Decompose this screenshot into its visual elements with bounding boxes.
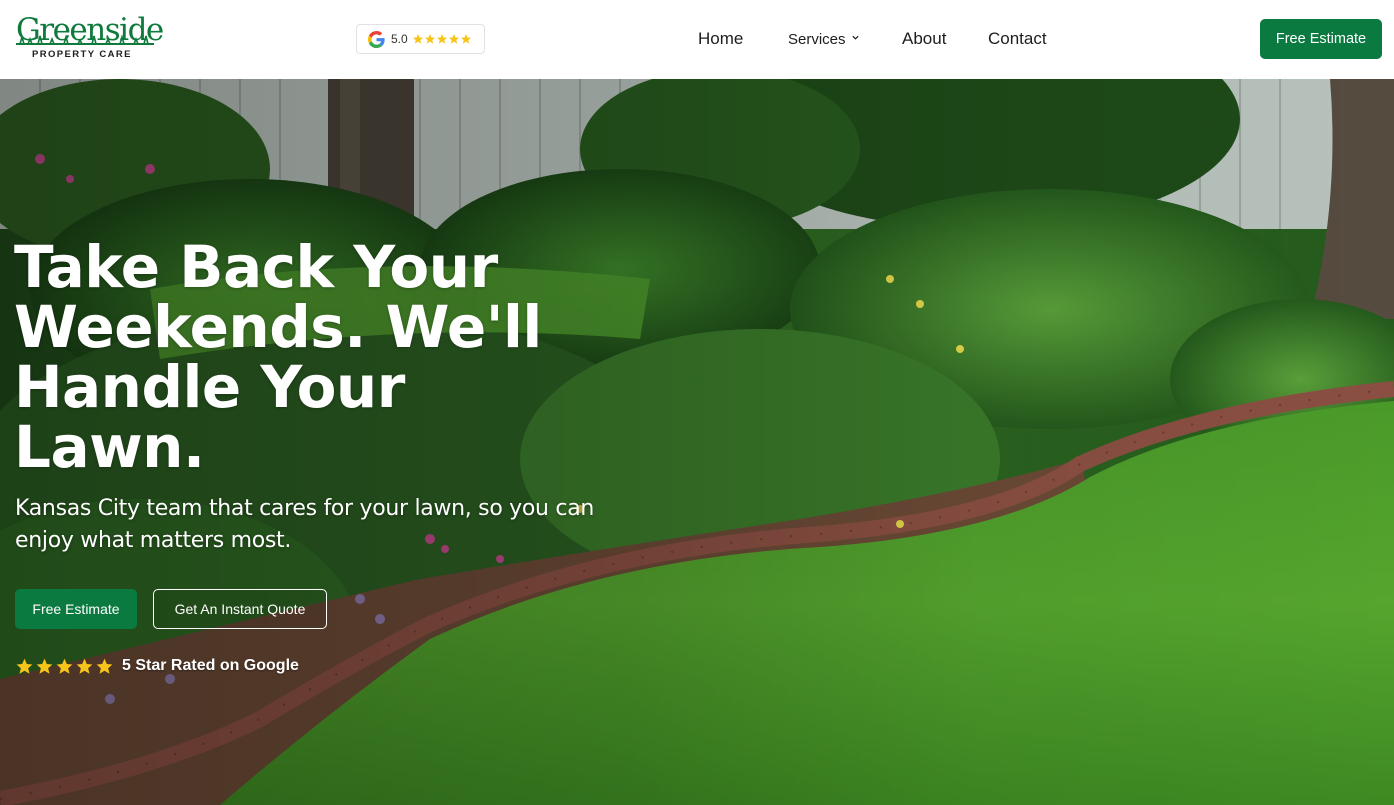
star-icon [96, 658, 113, 674]
google-rating-line: 5 Star Rated on Google [15, 655, 299, 677]
google-g-icon [368, 30, 385, 48]
star-icon [448, 34, 459, 44]
hero-free-estimate-button[interactable]: Free Estimate [15, 589, 137, 629]
google-rating-badge[interactable]: 5.0 [356, 24, 485, 54]
grass-underline-icon [16, 34, 154, 45]
nav-about[interactable]: About [902, 28, 946, 50]
google-score: 5.0 [391, 32, 408, 46]
nav-home[interactable]: Home [698, 28, 743, 50]
nav-services[interactable]: Services [788, 29, 860, 51]
star-icon [56, 658, 73, 674]
chevron-down-icon [851, 35, 859, 40]
nav-services-label: Services [788, 31, 846, 48]
badge-stars [412, 33, 472, 45]
star-icon [76, 658, 93, 674]
hero-subtitle: Kansas City team that cares for your law… [15, 496, 595, 553]
instant-quote-button[interactable]: Get An Instant Quote [153, 589, 327, 629]
star-icon [460, 34, 471, 44]
star-icon [424, 34, 435, 44]
star-icon [436, 34, 447, 44]
hero-title: Take Back Your Weekends. We'll Handle Yo… [14, 233, 542, 481]
site-header: Greenside PROPERTY CARE 5.0 Home Service… [0, 0, 1394, 79]
star-icon [36, 658, 53, 674]
star-icon [16, 658, 33, 674]
nav-contact[interactable]: Contact [988, 28, 1047, 50]
hero-section: Take Back Your Weekends. We'll Handle Yo… [0, 79, 1394, 805]
rating-stars [15, 657, 115, 676]
brand-logo[interactable]: Greenside PROPERTY CARE [16, 12, 164, 62]
rating-text: 5 Star Rated on Google [122, 657, 299, 674]
header-free-estimate-button[interactable]: Free Estimate [1260, 19, 1382, 59]
brand-tagline: PROPERTY CARE [32, 49, 132, 60]
star-icon [412, 34, 423, 44]
